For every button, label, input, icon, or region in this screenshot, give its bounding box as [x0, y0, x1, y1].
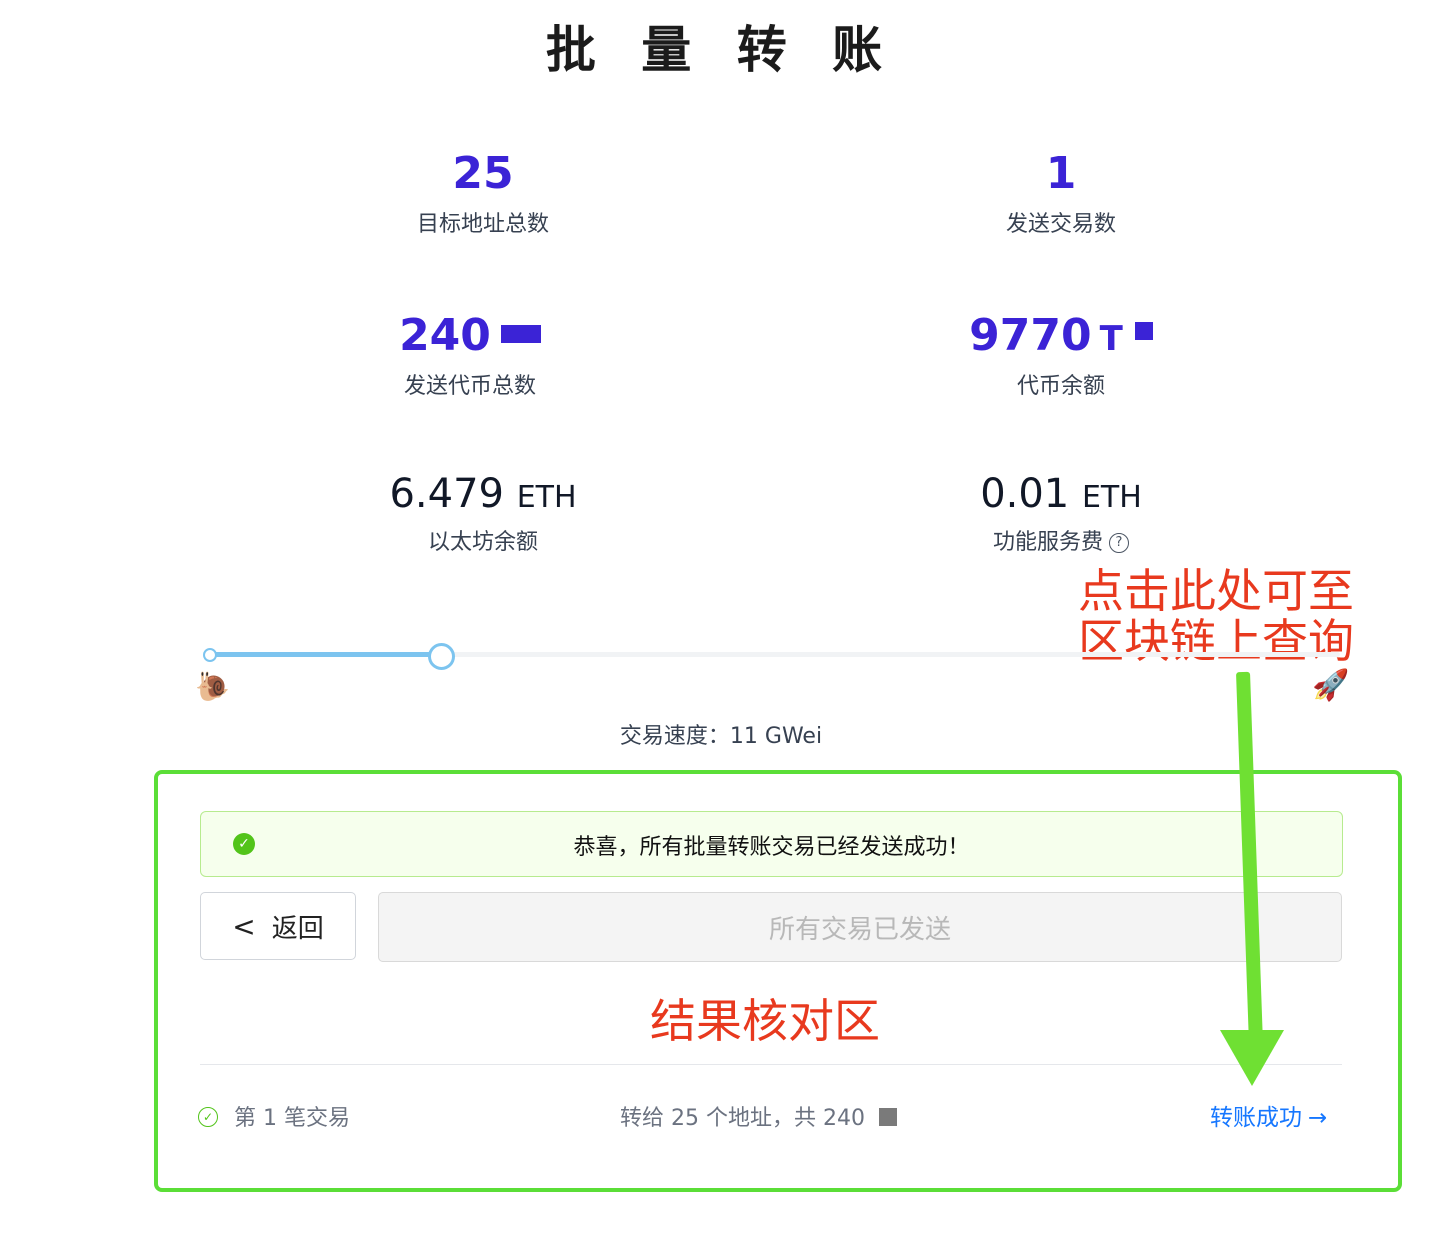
stat-number: 0.01 [980, 471, 1070, 517]
stat-value: 0.01 ETH [851, 472, 1271, 516]
stat-value: 25 [452, 148, 514, 199]
page-title: 批 量 转 账 [545, 21, 897, 79]
transaction-detail: 转给 25 个地址，共 240 [620, 1100, 897, 1132]
success-alert: ✓ 恭喜，所有批量转账交易已经发送成功！ [200, 811, 1343, 877]
stat-value: 240 [260, 310, 680, 361]
stat-value: 9770 T [851, 310, 1271, 361]
snail-icon: 🐌 [195, 670, 230, 703]
token-unit-letter: T [1099, 319, 1123, 359]
chevron-left-icon: < [232, 909, 256, 943]
stat-target-addresses: 25 目标地址总数 [273, 148, 693, 238]
stat-number: 240 [399, 310, 491, 361]
annotation-chain-query: 点击此处可至 区块链上查询 [1078, 566, 1354, 666]
stat-number: 9770 [969, 310, 1092, 361]
rocket-icon: 🚀 [1312, 668, 1350, 703]
stat-value: 1 [1045, 148, 1077, 199]
speed-slider-start-dot [203, 648, 217, 662]
help-icon[interactable]: ? [1109, 533, 1129, 553]
stat-eth-balance: 6.479 ETH 以太坊余额 [273, 472, 693, 556]
annotation-arrow-head [1220, 1030, 1284, 1086]
stat-token-total: 240 发送代币总数 [260, 310, 680, 400]
alert-message: 恭喜，所有批量转账交易已经发送成功！ [573, 835, 970, 860]
transaction-index: 第 1 笔交易 [234, 1106, 350, 1131]
all-sent-button-label: 所有交易已发送 [768, 914, 951, 945]
stat-label: 发送交易数 [1005, 212, 1116, 238]
annotation-line: 点击此处可至 [1078, 564, 1354, 618]
back-button[interactable]: < 返回 [200, 892, 356, 960]
all-sent-button[interactable]: 所有交易已发送 [378, 892, 1342, 962]
arrow-right-icon: → [1308, 1105, 1328, 1131]
transfer-success-label: 转账成功 [1210, 1105, 1302, 1131]
stat-token-balance: 9770 T 代币余额 [851, 310, 1271, 400]
token-unit-redacted-icon [1134, 322, 1153, 340]
check-circle-icon: ✓ [198, 1107, 218, 1127]
stat-label: 发送代币总数 [403, 374, 536, 400]
transaction-detail-text: 转给 25 个地址，共 240 [620, 1106, 865, 1131]
speed-slider-handle[interactable] [428, 643, 455, 670]
transfer-success-link[interactable]: 转账成功 → [1210, 1098, 1327, 1132]
annotation-line: 区块链上查询 [1078, 614, 1354, 668]
stat-label: 目标地址总数 [416, 212, 549, 238]
stat-unit: ETH [516, 480, 577, 515]
stat-unit: ETH [1081, 480, 1142, 515]
stat-label: 代币余额 [1016, 374, 1105, 400]
stat-service-fee: 0.01 ETH 功能服务费? [851, 472, 1271, 556]
stat-label: 以太坊余额 [427, 530, 538, 555]
divider [200, 1064, 1342, 1065]
back-button-label: 返回 [271, 913, 324, 944]
stat-tx-count: 1 发送交易数 [851, 148, 1271, 238]
stat-value: 6.479 ETH [273, 472, 693, 516]
speed-slider-fill [210, 652, 440, 657]
token-unit-redacted-icon [500, 325, 541, 343]
token-unit-redacted-icon [878, 1108, 897, 1126]
stat-label-text: 功能服务费 [992, 530, 1103, 555]
stat-label: 功能服务费? [851, 524, 1271, 556]
stat-number: 6.479 [389, 471, 504, 517]
speed-text: 交易速度：11 GWei [619, 724, 823, 749]
